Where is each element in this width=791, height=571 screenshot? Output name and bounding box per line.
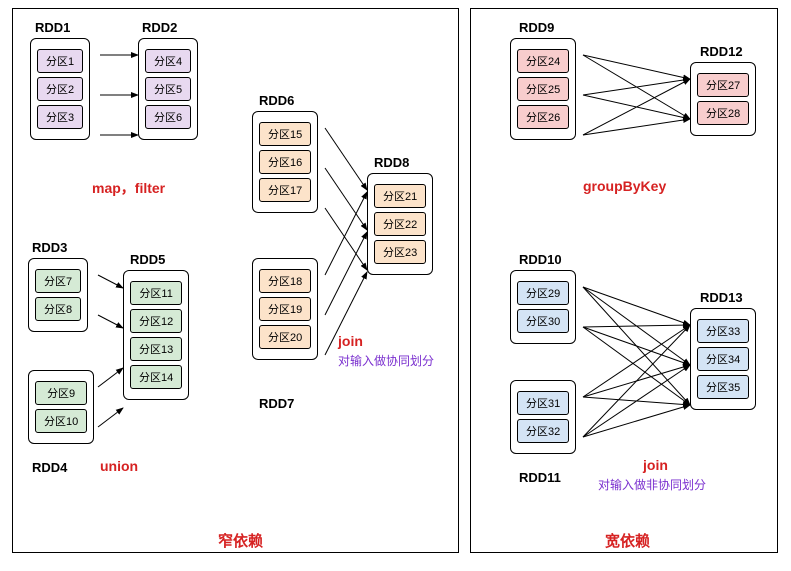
caption-join1: join (338, 333, 363, 349)
rdd4-label: RDD4 (32, 460, 67, 475)
partition: 分区2 (37, 77, 83, 101)
rdd2-box: 分区4 分区5 分区6 (138, 38, 198, 140)
rdd13-label: RDD13 (700, 290, 743, 305)
partition: 分区30 (517, 309, 569, 333)
partition: 分区27 (697, 73, 749, 97)
caption-join2-text: join (643, 457, 668, 473)
partition: 分区15 (259, 122, 311, 146)
caption-mapfilter: map，filter (92, 178, 165, 198)
partition: 分区5 (145, 77, 191, 101)
rdd6-box: 分区15 分区16 分区17 (252, 111, 318, 213)
partition: 分区25 (517, 77, 569, 101)
partition: 分区28 (697, 101, 749, 125)
rdd13-box: 分区33 分区34 分区35 (690, 308, 756, 410)
partition: 分区10 (35, 409, 87, 433)
partition: 分区34 (697, 347, 749, 371)
section-narrow: 窄依赖 (218, 530, 263, 551)
section-wide: 宽依赖 (605, 530, 650, 551)
partition: 分区1 (37, 49, 83, 73)
partition: 分区22 (374, 212, 426, 236)
caption-join1-note: 对输入做协同划分 (338, 352, 434, 369)
rdd4-box: 分区9 分区10 (28, 370, 94, 444)
caption-join2: join (643, 457, 668, 473)
partition: 分区35 (697, 375, 749, 399)
rdd9-label: RDD9 (519, 20, 554, 35)
rdd12-box: 分区27 分区28 (690, 62, 756, 136)
rdd7-label: RDD7 (259, 396, 294, 411)
rdd3-label: RDD3 (32, 240, 67, 255)
rdd1-box: 分区1 分区2 分区3 (30, 38, 90, 140)
rdd11-box: 分区31 分区32 (510, 380, 576, 454)
partition: 分区23 (374, 240, 426, 264)
rdd9-box: 分区24 分区25 分区26 (510, 38, 576, 140)
partition: 分区16 (259, 150, 311, 174)
partition: 分区33 (697, 319, 749, 343)
rdd6-label: RDD6 (259, 93, 294, 108)
partition: 分区11 (130, 281, 182, 305)
rdd12-label: RDD12 (700, 44, 743, 59)
partition: 分区8 (35, 297, 81, 321)
partition: 分区9 (35, 381, 87, 405)
partition: 分区17 (259, 178, 311, 202)
caption-join2-note: 对输入做非协同划分 (598, 476, 706, 493)
partition: 分区7 (35, 269, 81, 293)
rdd7-box: 分区18 分区19 分区20 (252, 258, 318, 360)
rdd10-label: RDD10 (519, 252, 562, 267)
rdd11-label: RDD11 (519, 470, 561, 485)
partition: 分区20 (259, 325, 311, 349)
partition: 分区26 (517, 105, 569, 129)
rdd3-box: 分区7 分区8 (28, 258, 88, 332)
rdd10-box: 分区29 分区30 (510, 270, 576, 344)
partition: 分区29 (517, 281, 569, 305)
partition: 分区18 (259, 269, 311, 293)
partition: 分区13 (130, 337, 182, 361)
partition: 分区32 (517, 419, 569, 443)
partition: 分区21 (374, 184, 426, 208)
partition: 分区4 (145, 49, 191, 73)
partition: 分区14 (130, 365, 182, 389)
partition: 分区31 (517, 391, 569, 415)
rdd8-box: 分区21 分区22 分区23 (367, 173, 433, 275)
rdd2-label: RDD2 (142, 20, 177, 35)
partition: 分区12 (130, 309, 182, 333)
partition: 分区3 (37, 105, 83, 129)
rdd5-label: RDD5 (130, 252, 165, 267)
rdd1-label: RDD1 (35, 20, 70, 35)
caption-groupbykey: groupByKey (583, 178, 666, 194)
rdd5-box: 分区11 分区12 分区13 分区14 (123, 270, 189, 400)
partition: 分区6 (145, 105, 191, 129)
caption-join1-text: join (338, 333, 363, 349)
rdd8-label: RDD8 (374, 155, 409, 170)
caption-union: union (100, 458, 138, 474)
partition: 分区24 (517, 49, 569, 73)
partition: 分区19 (259, 297, 311, 321)
